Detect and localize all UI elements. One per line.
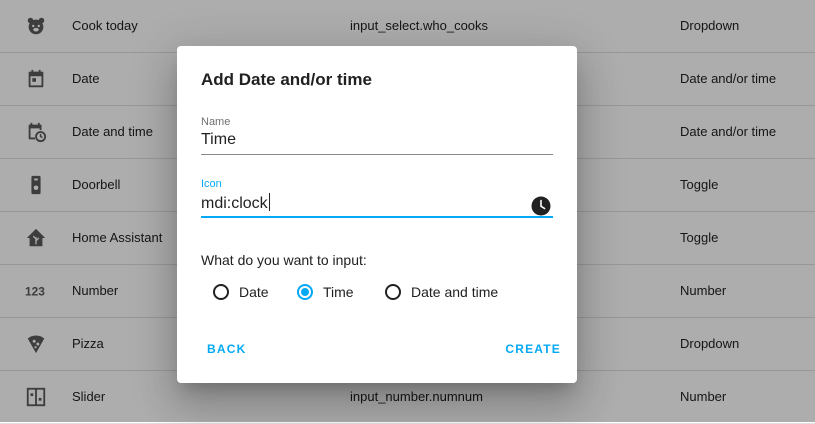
- clock-icon: [531, 196, 551, 216]
- radio-circle[interactable]: [213, 284, 229, 300]
- radio-label[interactable]: Date and time: [411, 284, 498, 300]
- name-field-underline: [201, 154, 553, 155]
- name-field-label: Name: [201, 116, 231, 128]
- radio-date[interactable]: Date: [213, 282, 269, 302]
- text-caret: [268, 193, 270, 211]
- input-type-question: What do you want to input:: [201, 252, 367, 268]
- icon-input-text: mdi:clock: [201, 195, 268, 212]
- back-button[interactable]: BACK: [207, 342, 246, 356]
- radio-circle[interactable]: [297, 284, 313, 300]
- radio-time[interactable]: Time: [297, 282, 354, 302]
- dialog-title: Add Date and/or time: [201, 70, 372, 89]
- add-helper-dialog: Add Date and/or time Name Time Icon mdi:…: [177, 46, 577, 383]
- radio-circle[interactable]: [385, 284, 401, 300]
- radio-label[interactable]: Date: [239, 284, 269, 300]
- name-input[interactable]: Time: [201, 131, 236, 149]
- icon-field-label: Icon: [201, 178, 222, 190]
- create-button[interactable]: CREATE: [505, 342, 561, 356]
- icon-field-underline: [201, 216, 553, 218]
- radio-label[interactable]: Time: [323, 284, 354, 300]
- radio-date-and-time[interactable]: Date and time: [385, 282, 498, 302]
- icon-input[interactable]: mdi:clock: [201, 193, 270, 213]
